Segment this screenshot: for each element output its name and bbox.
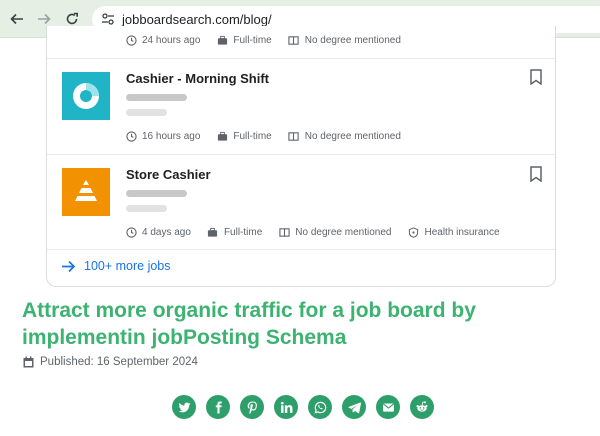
url-text[interactable]: jobboardsearch.com/blog/ <box>122 12 272 27</box>
share-whatsapp-button[interactable] <box>308 395 332 419</box>
degree-requirement: No degree mentioned <box>304 130 401 142</box>
job-meta-row: 4 days ago Full-time No degree mentioned… <box>125 226 516 238</box>
divider <box>47 249 555 250</box>
more-jobs-link[interactable]: 100+ more jobs <box>61 259 171 273</box>
job-type: Full-time <box>223 226 263 238</box>
reddit-icon <box>416 401 428 412</box>
clock-icon <box>125 226 137 238</box>
job-title[interactable]: Cashier - Morning Shift <box>126 71 269 86</box>
company-placeholder <box>126 190 187 197</box>
article-headline: Attract more organic traffic for a job b… <box>22 299 476 349</box>
job-type: Full-time <box>233 34 272 46</box>
posted-time: 4 days ago <box>142 226 191 238</box>
job-meta-row: 24 hours ago Full-time No degree mention… <box>125 34 417 46</box>
share-buttons <box>172 395 444 419</box>
share-email-button[interactable] <box>376 395 400 419</box>
share-reddit-button[interactable] <box>410 395 434 419</box>
posted-time: 24 hours ago <box>142 34 201 46</box>
divider <box>47 154 555 155</box>
degree-icon <box>278 226 290 238</box>
job-listing-card: 24 hours ago Full-time No degree mention… <box>46 26 556 287</box>
pinterest-icon <box>247 401 257 414</box>
linkedin-icon <box>280 401 292 413</box>
share-facebook-button[interactable] <box>206 395 230 419</box>
email-icon <box>382 402 394 412</box>
job-meta-row: 16 hours ago Full-time No degree mention… <box>125 130 417 142</box>
company-logo <box>62 168 110 216</box>
share-telegram-button[interactable] <box>342 395 366 419</box>
facebook-icon <box>215 401 222 413</box>
reload-icon <box>66 12 78 25</box>
briefcase-icon <box>216 34 228 46</box>
briefcase-icon <box>216 130 228 142</box>
share-linkedin-button[interactable] <box>274 395 298 419</box>
twitter-icon <box>178 402 190 412</box>
benefit: Health insurance <box>424 226 500 238</box>
shield-icon <box>407 226 419 238</box>
whatsapp-icon <box>314 401 326 413</box>
company-placeholder <box>126 94 187 101</box>
published-label: Published: 16 September 2024 <box>40 356 198 368</box>
degree-requirement: No degree mentioned <box>295 226 392 238</box>
back-button[interactable] <box>8 10 26 28</box>
clock-icon <box>125 34 137 46</box>
share-twitter-button[interactable] <box>172 395 196 419</box>
divider <box>47 58 555 59</box>
more-jobs-label: 100+ more jobs <box>84 259 171 273</box>
arrow-right-icon <box>62 260 76 272</box>
briefcase-icon <box>207 226 219 238</box>
posted-time: 16 hours ago <box>142 130 201 142</box>
job-title[interactable]: Store Cashier <box>126 167 211 182</box>
location-placeholder <box>126 205 167 212</box>
site-settings-icon[interactable] <box>101 12 115 26</box>
bookmark-icon[interactable] <box>529 69 543 85</box>
degree-icon <box>288 130 300 142</box>
published-date: Published: 16 September 2024 <box>23 356 198 368</box>
degree-requirement: No degree mentioned <box>304 34 401 46</box>
company-logo <box>62 72 110 120</box>
bookmark-icon[interactable] <box>529 166 543 182</box>
arrow-left-icon <box>10 13 23 25</box>
share-pinterest-button[interactable] <box>240 395 264 419</box>
degree-icon <box>288 34 300 46</box>
location-placeholder <box>126 109 167 116</box>
clock-icon <box>125 130 137 142</box>
telegram-icon <box>347 402 361 413</box>
arrow-right-icon <box>38 13 51 25</box>
calendar-icon <box>23 356 34 368</box>
job-type: Full-time <box>233 130 272 142</box>
